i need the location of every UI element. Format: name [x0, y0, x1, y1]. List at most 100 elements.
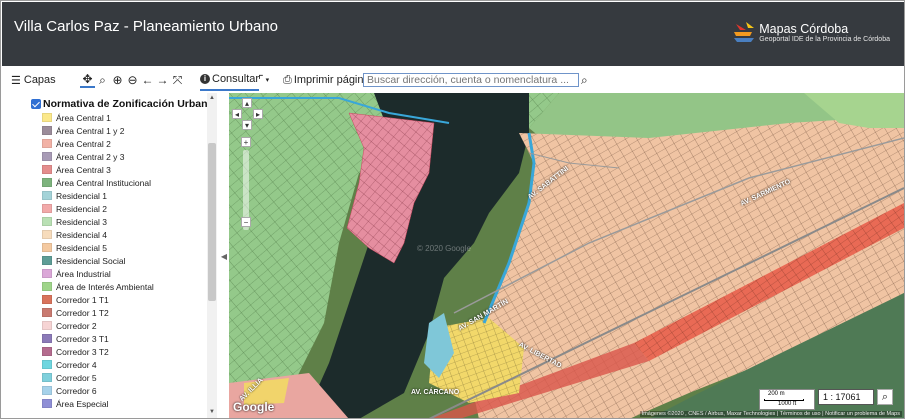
map-view[interactable]: ▴ ◂ ▸ ▾ + − AV. SABATTINI AV. SARMIENTO … — [229, 93, 904, 418]
brand-logo-block[interactable]: Mapas Córdoba Geoportal IDE de la Provin… — [732, 20, 890, 46]
legend-item-label: Área Central 2 y 3 — [56, 151, 125, 162]
legend-item-label: Corredor 3 T2 — [56, 346, 109, 357]
legend-item-label: Residencial Social — [56, 255, 126, 266]
legend-swatch — [42, 334, 52, 343]
map-canvas — [229, 93, 904, 418]
forward-arrow-icon[interactable]: → — [155, 73, 170, 87]
chevron-down-icon: ▾ — [265, 77, 270, 84]
brand-name: Mapas Córdoba — [759, 21, 849, 36]
scale-meters: 200 m — [768, 391, 785, 397]
legend-item-label: Área Central 3 — [56, 164, 111, 175]
brand-subtitle: Geoportal IDE de la Provincia de Córdoba — [759, 35, 890, 43]
search-icon[interactable]: ⌕ — [581, 67, 588, 93]
legend-item: Residencial 5 — [42, 241, 154, 254]
collapse-sidebar-icon[interactable]: ◀ — [219, 93, 229, 418]
toolbar: ☰ Capas ✥ ⌕ ⊕ ⊖ ← → ⤧ i Consultar ⌜ ▾ ⎙ … — [2, 67, 904, 93]
legend-swatch — [42, 308, 52, 317]
zoom-out-icon[interactable]: ⊖ — [125, 73, 140, 87]
legend-swatch — [42, 399, 52, 408]
checkbox-checked-icon[interactable] — [31, 99, 41, 109]
legend-swatch — [42, 152, 52, 161]
pan-right-icon[interactable]: ▸ — [253, 109, 263, 119]
legend-item-label: Área Central 1 y 2 — [56, 125, 125, 136]
back-arrow-icon[interactable]: ← — [140, 73, 155, 87]
legend-item: Área de Interés Ambiental — [42, 280, 154, 293]
legend-swatch — [42, 386, 52, 395]
sidebar-scrollbar[interactable]: ▲ ▼ — [207, 93, 217, 418]
legend-item-label: Área de Interés Ambiental — [56, 281, 154, 292]
legend-item: Área Especial — [42, 397, 154, 410]
legend-item: Residencial 4 — [42, 228, 154, 241]
zoom-in-icon[interactable]: ⊕ — [110, 73, 125, 87]
legend-swatch — [42, 373, 52, 382]
scrollbar-thumb[interactable] — [208, 143, 216, 301]
legend-item-label: Corredor 3 T1 — [56, 333, 109, 344]
scale-bar: 200 m 1000 ft — [759, 389, 815, 410]
legend-item: Corredor 5 — [42, 371, 154, 384]
legend-item-label: Residencial 1 — [56, 190, 108, 201]
legend-swatch — [42, 347, 52, 356]
legend-item: Área Industrial — [42, 267, 154, 280]
legend-item: Área Central Institucional — [42, 176, 154, 189]
page-title: Villa Carlos Paz - Planeamiento Urbano — [14, 18, 279, 35]
legend-swatch — [42, 204, 52, 213]
map-watermark: © 2020 Google — [417, 244, 471, 253]
legend-swatch — [42, 321, 52, 330]
pan-down-icon[interactable]: ▾ — [242, 120, 252, 130]
legend-item: Área Central 2 y 3 — [42, 150, 154, 163]
legend-item-label: Residencial 4 — [56, 229, 108, 240]
legend-item: Área Central 1 — [42, 111, 154, 124]
legend-item-label: Corredor 6 — [56, 385, 97, 396]
legend-item-label: Área Especial — [56, 398, 109, 409]
consult-label: Consultar — [212, 73, 260, 85]
scroll-down-icon[interactable]: ▼ — [208, 409, 216, 417]
layers-button[interactable]: ☰ Capas — [11, 67, 56, 93]
legend-item: Residencial Social — [42, 254, 154, 267]
legend-swatch — [42, 126, 52, 135]
legend-swatch — [42, 243, 52, 252]
scale-search-icon[interactable]: ⌕ — [877, 389, 893, 405]
print-label: Imprimir página — [293, 74, 370, 86]
header-bar: Villa Carlos Paz - Planeamiento Urbano M… — [2, 2, 904, 66]
legend-swatch — [42, 139, 52, 148]
legend-item-label: Residencial 5 — [56, 242, 108, 253]
legend-swatch — [42, 217, 52, 226]
legend-item: Área Central 2 — [42, 137, 154, 150]
map-zoom-in-icon[interactable]: + — [241, 137, 251, 147]
legend-swatch — [42, 113, 52, 122]
scroll-up-icon[interactable]: ▲ — [208, 95, 216, 103]
pan-left-icon[interactable]: ◂ — [232, 109, 242, 119]
zoom-search-icon[interactable]: ⌕ — [95, 73, 110, 88]
legend-item: Residencial 2 — [42, 202, 154, 215]
brand-text: Mapas Córdoba Geoportal IDE de la Provin… — [759, 21, 890, 44]
legend-item-label: Área Central 1 — [56, 112, 111, 123]
selection-dropdown[interactable]: ⌜ ▾ — [258, 67, 269, 93]
mapas-cordoba-logo-icon — [734, 22, 755, 42]
legend-item: Corredor 3 T1 — [42, 332, 154, 345]
legend-item: Corredor 3 T2 — [42, 345, 154, 358]
legend-item: Corredor 4 — [42, 358, 154, 371]
pan-move-icon[interactable]: ✥ — [80, 72, 95, 88]
legend-item-label: Corredor 1 T2 — [56, 307, 109, 318]
hamburger-icon: ☰ — [11, 74, 21, 87]
legend-item-label: Área Central 2 — [56, 138, 111, 149]
scale-ratio-input[interactable]: 1 : 17061 — [818, 389, 874, 405]
legend-item-label: Residencial 2 — [56, 203, 108, 214]
map-attribution[interactable]: Imágenes ©2020 , CNES / Airbus, Maxar Te… — [639, 411, 902, 417]
print-button[interactable]: ⎙ Imprimir página — [283, 67, 370, 93]
legend-layer-toggle[interactable]: Normativa de Zonificación Urbana — [31, 98, 213, 110]
search-input[interactable] — [363, 73, 579, 87]
legend-item: Área Central 3 — [42, 163, 154, 176]
pan-up-icon[interactable]: ▴ — [242, 98, 252, 108]
legend-item-label: Residencial 3 — [56, 216, 108, 227]
full-extent-icon[interactable]: ⤧ — [170, 73, 185, 88]
map-zoom-out-icon[interactable]: − — [241, 217, 251, 227]
consult-button[interactable]: i Consultar — [200, 69, 260, 91]
legend-item: Corredor 2 — [42, 319, 154, 332]
map-navigation-tools: ✥ ⌕ ⊕ ⊖ ← → ⤧ — [80, 67, 185, 93]
app-window: Villa Carlos Paz - Planeamiento Urbano M… — [0, 0, 905, 419]
legend-item-label: Corredor 1 T1 — [56, 294, 109, 305]
legend-item: Corredor 1 T2 — [42, 306, 154, 319]
legend-swatch — [42, 178, 52, 187]
legend-item-label: Corredor 4 — [56, 359, 97, 370]
